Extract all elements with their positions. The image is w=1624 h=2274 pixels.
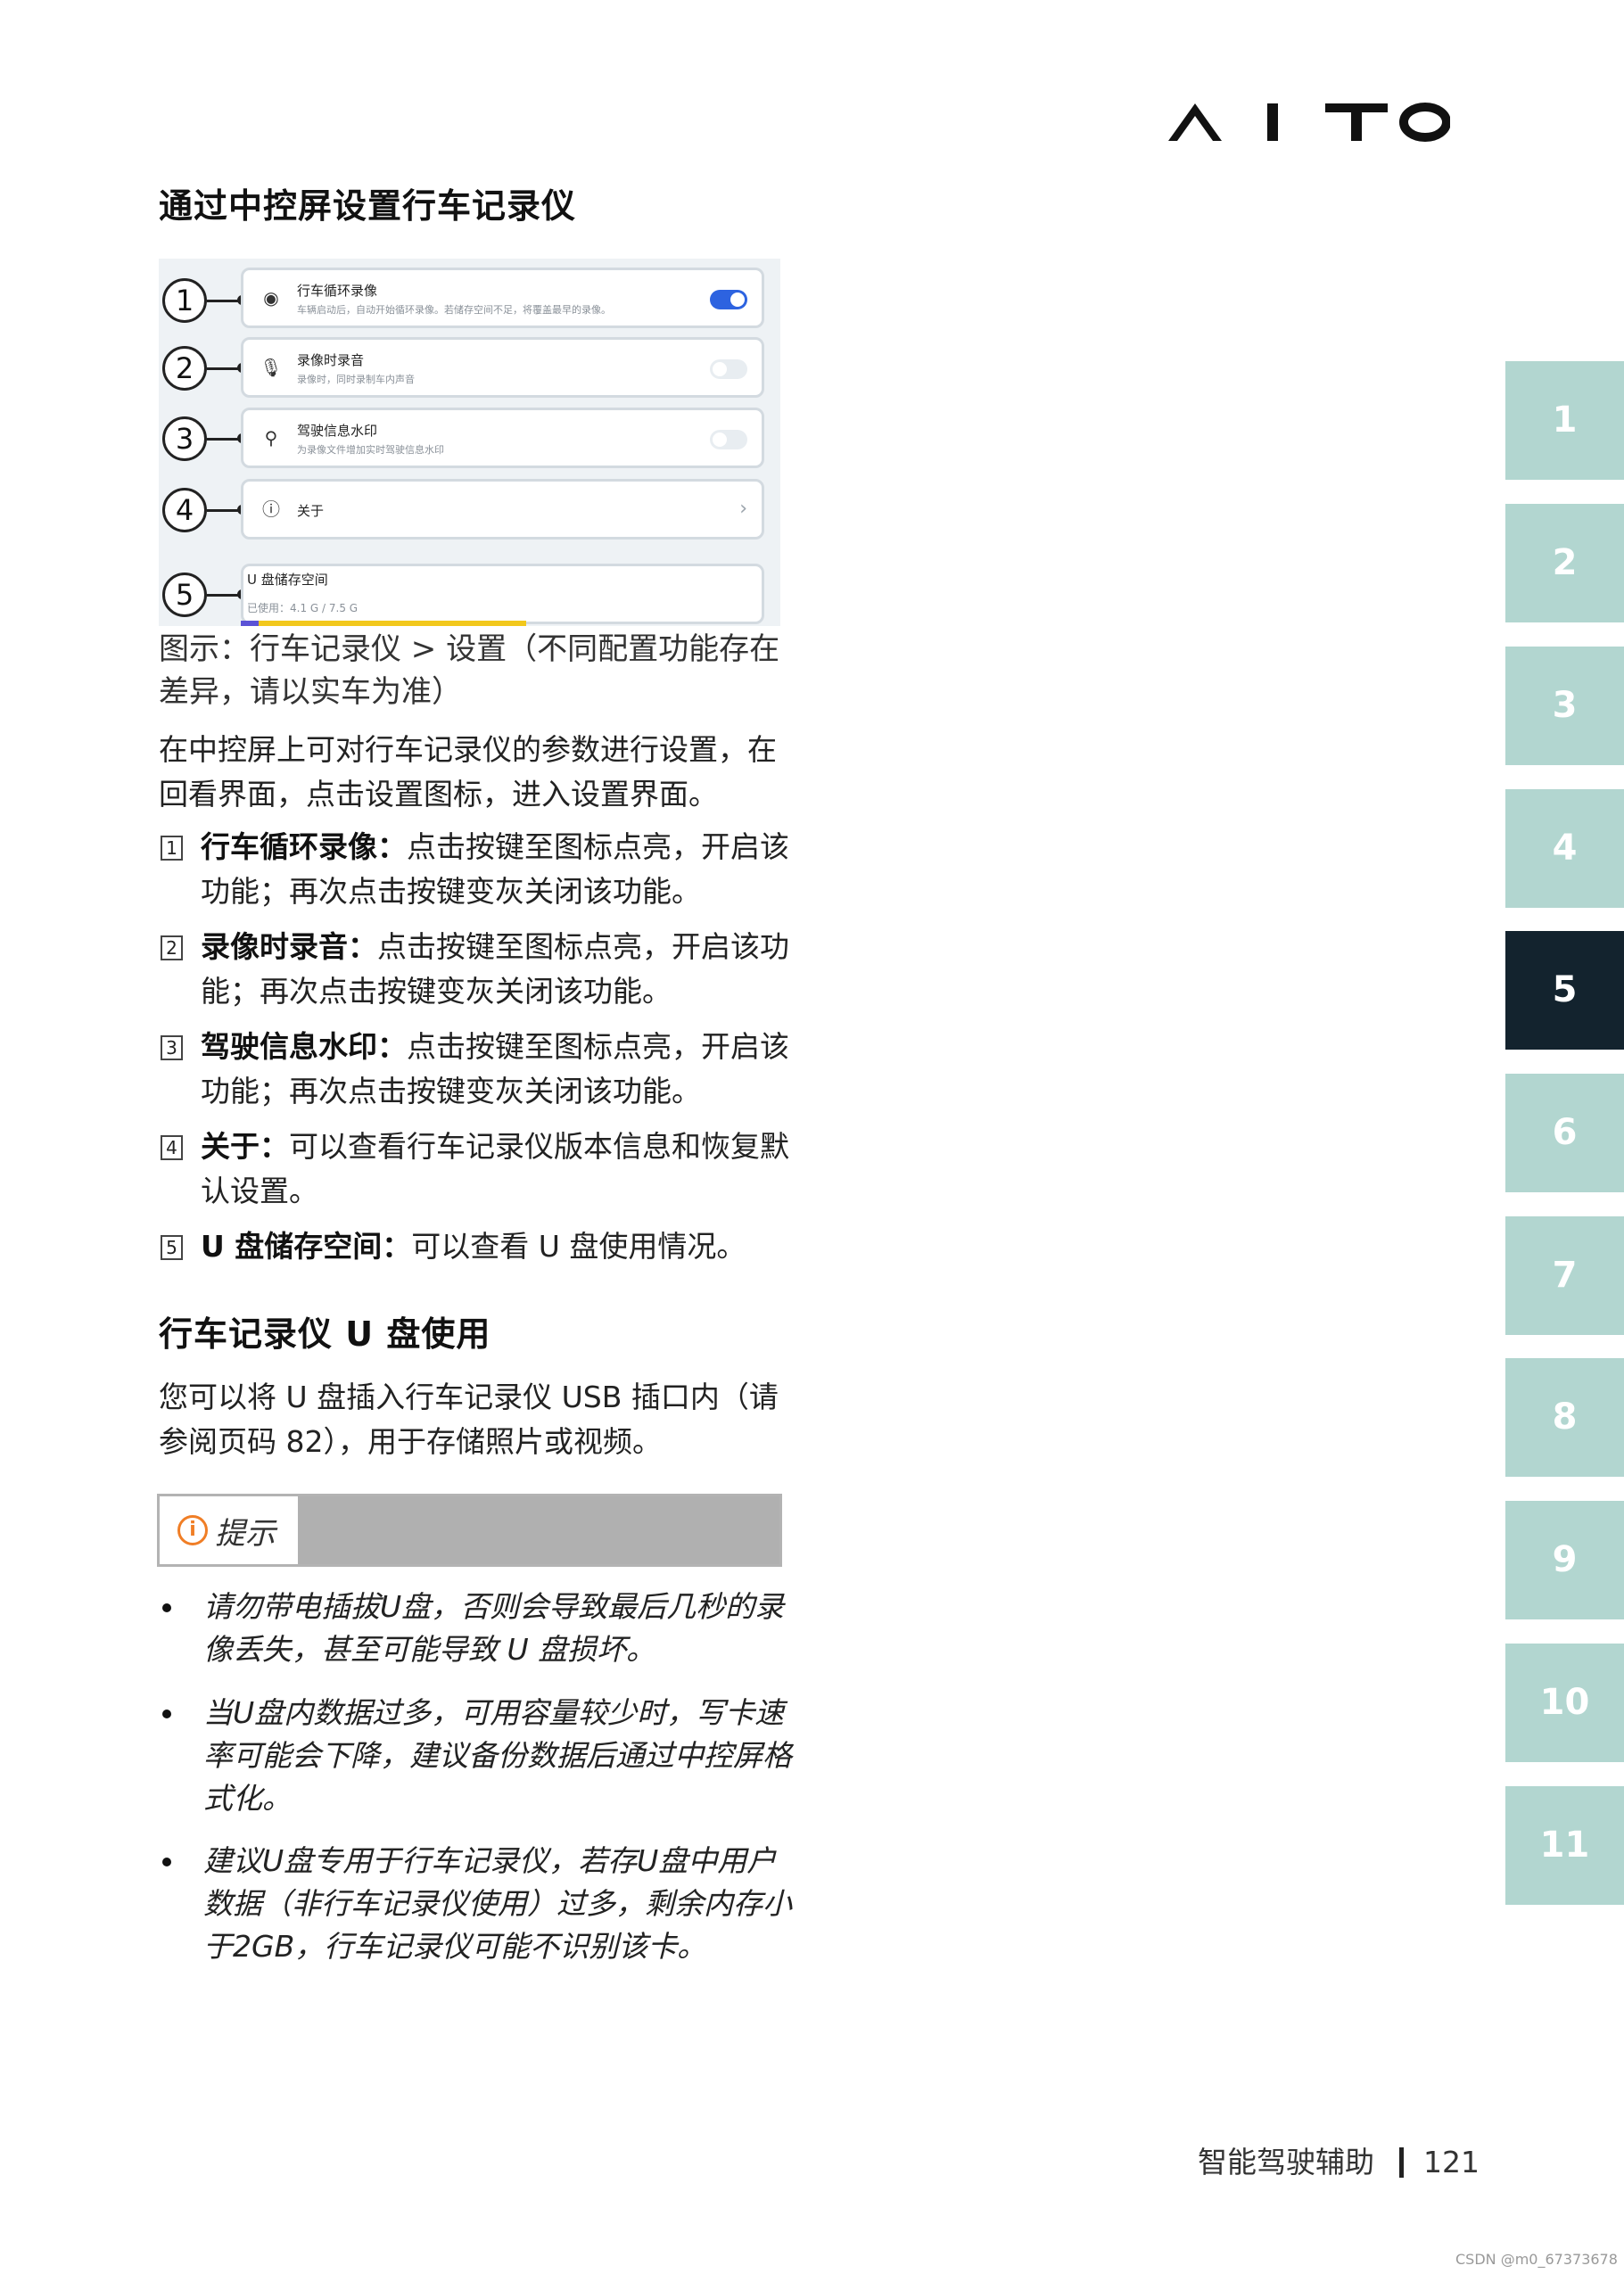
item-label: 驾驶信息水印： [201, 1029, 407, 1064]
toggle-knob [713, 362, 727, 376]
item-label: 录像时录音： [201, 929, 377, 964]
note-bullet: 建议U盘专用于行车记录仪，若存U盘中用户数据（非行车记录仪使用）过多，剩余内存小… [159, 1840, 792, 1968]
item-number: 2 [161, 935, 183, 960]
item-number: 4 [161, 1135, 183, 1160]
info-icon: ⓘ [262, 498, 280, 520]
footer-section: 智能驾驶辅助 [1198, 2145, 1374, 2179]
watermark-toggle[interactable] [710, 430, 747, 449]
figure-caption: 图示：行车记录仪 > 设置（不同配置功能存在差异，请以实车为准） [159, 631, 780, 710]
section-title: 通过中控屏设置行车记录仪 [159, 186, 577, 226]
setting-subtitle: 为录像文件增加实时驾驶信息水印 [297, 444, 444, 456]
list-item: 4 关于：可以查看行车记录仪版本信息和恢复默认设置。 [159, 1125, 792, 1214]
storage-title: U 盘储存空间 [247, 572, 328, 588]
aito-logo [1168, 103, 1450, 142]
storage-usage-bar [241, 621, 526, 626]
chapter-tab-10[interactable]: 10 [1505, 1644, 1624, 1762]
setting-title: 驾驶信息水印 [297, 423, 378, 439]
item-number: 5 [161, 1235, 183, 1260]
chapter-tab-11[interactable]: 11 [1505, 1786, 1624, 1905]
source-watermark: CSDN @m0_67373678 [1455, 2251, 1618, 2268]
list-item: 2 录像时录音：点击按键至图标点亮，开启该功能；再次点击按键变灰关闭该功能。 [159, 925, 792, 1014]
setting-title: 录像时录音 [297, 352, 365, 368]
setting-title: 行车循环录像 [297, 283, 378, 299]
chapter-tab-8[interactable]: 8 [1505, 1358, 1624, 1477]
callout-3: 3 [162, 416, 207, 461]
bullet-dot [162, 1858, 171, 1866]
note-bullet: 请勿带电插拔U盘，否则会导致最后几秒的录像丢失，甚至可能导致 U 盘损坏。 [159, 1586, 792, 1671]
setting-subtitle: 车辆启动后，自动开始循环录像。若储存空间不足，将覆盖最早的录像。 [297, 304, 611, 316]
chapter-tab-5[interactable]: 5 [1505, 931, 1624, 1050]
storage-used: 已使用：4.1 G / 7.5 G [247, 602, 359, 614]
chevron-right-icon: › [739, 498, 747, 520]
setting-row-about[interactable]: ⓘ 关于 › [241, 479, 764, 540]
callout-2: 2 [162, 346, 207, 391]
microphone-icon: 🎙 [260, 357, 283, 378]
usb-paragraph: 您可以将 U 盘插入行车记录仪 USB 插口内（请参阅页码 82），用于存储照片… [159, 1380, 779, 1459]
list-item: 3 驾驶信息水印：点击按键至图标点亮，开启该功能；再次点击按键变灰关闭该功能。 [159, 1025, 792, 1114]
callout-1: 1 [162, 278, 207, 323]
stamp-icon: ⚲ [264, 427, 278, 449]
chapter-tab-3[interactable]: 3 [1505, 647, 1624, 765]
item-text: 可以查看 U 盘使用情况。 [411, 1229, 746, 1264]
bullet-dot [162, 1710, 171, 1718]
loop-recording-toggle[interactable] [710, 290, 747, 309]
chapter-tab-7[interactable]: 7 [1505, 1216, 1624, 1335]
list-item: 1 行车循环录像：点击按键至图标点亮，开启该功能；再次点击按键变灰关闭该功能。 [159, 825, 792, 914]
chapter-tab-1[interactable]: 1 [1505, 361, 1624, 480]
item-text: 可以查看行车记录仪版本信息和恢复默认设置。 [201, 1129, 789, 1208]
chapter-tab-6[interactable]: 6 [1505, 1074, 1624, 1192]
setting-row-audio-recording[interactable]: 🎙 录像时录音 录像时，同时录制车内声音 [241, 337, 764, 398]
item-number: 1 [161, 836, 183, 861]
storage-usage-bar-segment [241, 621, 259, 626]
note-header: i 提示 [157, 1494, 782, 1567]
chapter-tab-9[interactable]: 9 [1505, 1501, 1624, 1619]
intro-paragraph: 在中控屏上可对行车记录仪的参数进行设置，在回看界面，点击设置图标，进入设置界面。 [159, 732, 777, 812]
item-label: U 盘储存空间： [201, 1229, 412, 1264]
toggle-knob [713, 433, 727, 447]
callout-4: 4 [162, 488, 207, 532]
item-label: 行车循环录像： [201, 829, 407, 864]
list-item: 5 U 盘储存空间：可以查看 U 盘使用情况。 [159, 1224, 792, 1269]
note-bullet: 当U盘内数据过多，可用容量较少时，写卡速率可能会下降，建议备份数据后通过中控屏格… [159, 1692, 792, 1820]
setting-row-usb-storage[interactable]: U 盘储存空间 已使用：4.1 G / 7.5 G [241, 564, 764, 624]
section-title-usb: 行车记录仪 U 盘使用 [159, 1314, 491, 1354]
item-number: 3 [161, 1035, 183, 1060]
chapter-tab-2[interactable]: 2 [1505, 504, 1624, 622]
setting-row-loop-recording[interactable]: ◉ 行车循环录像 车辆启动后，自动开始循环录像。若储存空间不足，将覆盖最早的录像… [241, 268, 764, 328]
toggle-knob [730, 292, 745, 307]
note-bullet-text: 当U盘内数据过多，可用容量较少时，写卡速率可能会下降，建议备份数据后通过中控屏格… [203, 1695, 792, 1816]
settings-screenshot: 1 2 3 4 5 ◉ 行车循环录像 车辆启动后，自动开始循环录像。若储存空间不… [159, 259, 780, 626]
callout-5: 5 [162, 573, 207, 617]
chapter-tab-4[interactable]: 4 [1505, 789, 1624, 908]
camera-icon: ◉ [263, 287, 279, 309]
note-label-box: i 提示 [160, 1496, 298, 1564]
info-icon: i [177, 1515, 208, 1545]
page-number: 121 [1423, 2145, 1480, 2179]
bullet-dot [162, 1603, 171, 1612]
note-bullet-text: 建议U盘专用于行车记录仪，若存U盘中用户数据（非行车记录仪使用）过多，剩余内存小… [203, 1843, 792, 1964]
setting-title: 关于 [297, 503, 325, 519]
note-bullet-text: 请勿带电插拔U盘，否则会导致最后几秒的录像丢失，甚至可能导致 U 盘损坏。 [203, 1589, 785, 1667]
page-footer: 智能驾驶辅助 121 [1198, 2138, 1480, 2181]
setting-row-watermark[interactable]: ⚲ 驾驶信息水印 为录像文件增加实时驾驶信息水印 [241, 408, 764, 468]
setting-subtitle: 录像时，同时录制车内声音 [297, 374, 415, 385]
item-label: 关于： [201, 1129, 289, 1164]
footer-divider [1399, 2147, 1404, 2178]
note-label: 提示 [215, 1516, 276, 1552]
audio-recording-toggle[interactable] [710, 359, 747, 379]
